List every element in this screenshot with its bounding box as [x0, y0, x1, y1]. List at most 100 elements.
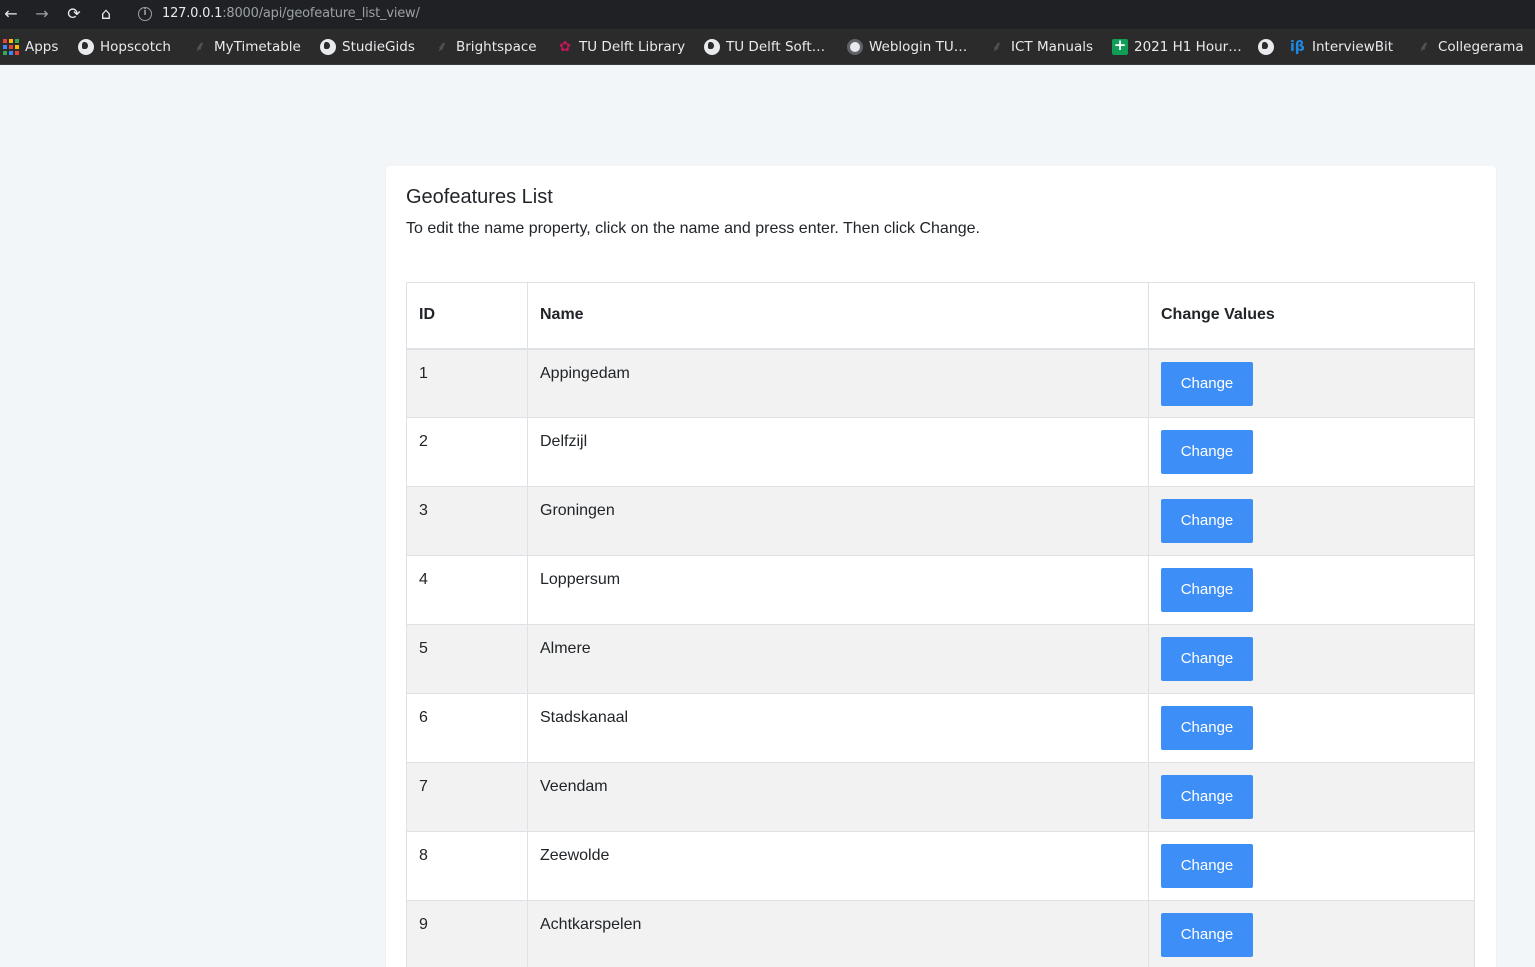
change-button[interactable]: Change [1161, 706, 1253, 750]
table-row: 3 Groningen Change [406, 486, 1475, 556]
swoosh-icon: ⸙ [1418, 39, 1430, 55]
cell-id: 7 [406, 762, 528, 832]
bookmark-apps[interactable]: Apps [3, 29, 58, 65]
address-bar[interactable]: 127.0.0.1:8000/api/geofeature_list_view/ [162, 6, 420, 21]
table-body: 1 Appingedam Change 2 Delfzijl Change 3 Groning… [406, 348, 1475, 967]
bookmark-interviewbit[interactable]: iβ InterviewBit [1290, 29, 1393, 65]
column-header-id: ID [406, 282, 528, 350]
globe-icon [1258, 39, 1274, 55]
bookmark-hopscotch[interactable]: Hopscotch [78, 29, 171, 65]
table-row: 5 Almere Change [406, 624, 1475, 694]
bookmark-label: StudieGids [342, 39, 415, 55]
change-button[interactable]: Change [1161, 430, 1253, 474]
bookmark-label: Collegerama [1438, 39, 1524, 55]
forward-arrow-icon[interactable]: → [31, 3, 53, 25]
bookmark-mytimetable[interactable]: ⸙ MyTimetable [192, 29, 301, 65]
bookmark-label: TU Delft Library [579, 39, 686, 55]
change-button[interactable]: Change [1161, 361, 1253, 406]
page-title: Geofeatures List [406, 186, 553, 208]
swoosh-icon: ⸙ [436, 39, 448, 55]
bookmark-brightspace[interactable]: ⸙ Brightspace [434, 29, 537, 65]
cell-change: Change [1148, 555, 1475, 625]
url-host: 127.0.0.1 [162, 6, 223, 21]
change-button[interactable]: Change [1161, 913, 1253, 957]
bookmark-tudelft-library[interactable]: ✿ TU Delft Library [557, 29, 685, 65]
bookmark-label: Weblogin TU… [869, 39, 968, 55]
cell-id: 4 [406, 555, 528, 625]
swoosh-icon: ⸙ [991, 39, 1003, 55]
cell-name-editable[interactable]: Achtkarspelen [527, 900, 1149, 967]
url-path: :8000/api/geofeature_list_view/ [222, 6, 420, 21]
change-button[interactable]: Change [1161, 499, 1253, 543]
cell-name-editable[interactable]: Delfzijl [527, 417, 1149, 487]
change-button[interactable]: Change [1161, 637, 1253, 681]
bookmarks-bar: Apps Hopscotch ⸙ MyTimetable StudieGids … [0, 29, 1535, 65]
cell-name-editable[interactable]: Groningen [527, 486, 1149, 556]
bookmark-label: InterviewBit [1312, 39, 1394, 55]
home-icon[interactable]: ⌂ [95, 3, 117, 25]
cell-name-editable[interactable]: Loppersum [527, 555, 1149, 625]
cell-id: 5 [406, 624, 528, 694]
bookmark-studiegids[interactable]: StudieGids [320, 29, 415, 65]
bookmark-label: TU Delft Soft… [726, 39, 826, 55]
bookmark-tudelft-software[interactable]: TU Delft Soft… [704, 29, 825, 65]
geofeatures-card: Geofeatures List To edit the name proper… [386, 166, 1496, 967]
table-row: 4 Loppersum Change [406, 555, 1475, 625]
cell-name-editable[interactable]: Stadskanaal [527, 693, 1149, 763]
swoosh-icon: ⸙ [194, 39, 206, 55]
cell-id: 3 [406, 486, 528, 556]
geofeatures-table: ID Name Change Values 1 Appingedam Change 2… [406, 282, 1475, 967]
cell-id: 9 [406, 900, 528, 967]
library-icon: ✿ [559, 39, 571, 55]
table-header-row: ID Name Change Values [406, 282, 1475, 350]
apps-grid-icon [3, 39, 19, 55]
bookmark-label: Hopscotch [100, 39, 171, 55]
change-button[interactable]: Change [1161, 775, 1253, 819]
cell-change: Change [1148, 831, 1475, 901]
change-button[interactable]: Change [1161, 844, 1253, 888]
table-row: 6 Stadskanaal Change [406, 693, 1475, 763]
site-info-icon[interactable]: i [138, 7, 152, 21]
bookmark-hours-sheet[interactable]: 2021 H1 Hour… [1112, 29, 1242, 65]
column-header-name: Name [527, 282, 1149, 350]
cell-id: 2 [406, 417, 528, 487]
cell-change: Change [1148, 486, 1475, 556]
table-row: 9 Achtkarspelen Change [406, 900, 1475, 967]
bookmark-weblogin[interactable]: Weblogin TU… [847, 29, 967, 65]
globe-icon [320, 39, 336, 55]
cell-change: Change [1148, 762, 1475, 832]
cell-name-editable[interactable]: Veendam [527, 762, 1149, 832]
table-row: 2 Delfzijl Change [406, 417, 1475, 487]
browser-toolbar: ← → ⟳ ⌂ i 127.0.0.1:8000/api/geofeature_… [0, 0, 1535, 29]
table-row: 1 Appingedam Change [406, 348, 1475, 418]
cell-change: Change [1148, 417, 1475, 487]
globe-icon [704, 39, 720, 55]
bookmark-label: Apps [25, 39, 59, 55]
cell-name-editable[interactable]: Appingedam [527, 348, 1149, 418]
cell-name-editable[interactable]: Zeewolde [527, 831, 1149, 901]
cell-change: Change [1148, 624, 1475, 694]
globe-icon [78, 39, 94, 55]
bookmark-label: 2021 H1 Hour… [1134, 39, 1242, 55]
bookmark-label: MyTimetable [214, 39, 301, 55]
reload-icon[interactable]: ⟳ [63, 3, 85, 25]
sheets-icon [1112, 36, 1128, 55]
cell-name-editable[interactable]: Almere [527, 624, 1149, 694]
cell-change: Change [1148, 900, 1475, 967]
cell-id: 1 [406, 348, 528, 418]
bookmark-collegerama[interactable]: ⸙ Collegerama [1416, 29, 1524, 65]
change-button[interactable]: Change [1161, 568, 1253, 612]
cell-id: 6 [406, 693, 528, 763]
bookmark-ict-manuals[interactable]: ⸙ ICT Manuals [989, 29, 1093, 65]
bookmark-globe[interactable] [1258, 29, 1274, 65]
cell-change: Change [1148, 693, 1475, 763]
weblogin-icon [847, 39, 863, 55]
back-arrow-icon[interactable]: ← [0, 3, 22, 25]
interviewbit-icon: iβ [1290, 39, 1305, 55]
cell-change: Change [1148, 348, 1475, 418]
page-instructions: To edit the name property, click on the … [406, 220, 980, 237]
cell-id: 8 [406, 831, 528, 901]
column-header-change-values: Change Values [1148, 282, 1475, 350]
bookmark-label: ICT Manuals [1011, 39, 1094, 55]
bookmark-label: Brightspace [456, 39, 537, 55]
